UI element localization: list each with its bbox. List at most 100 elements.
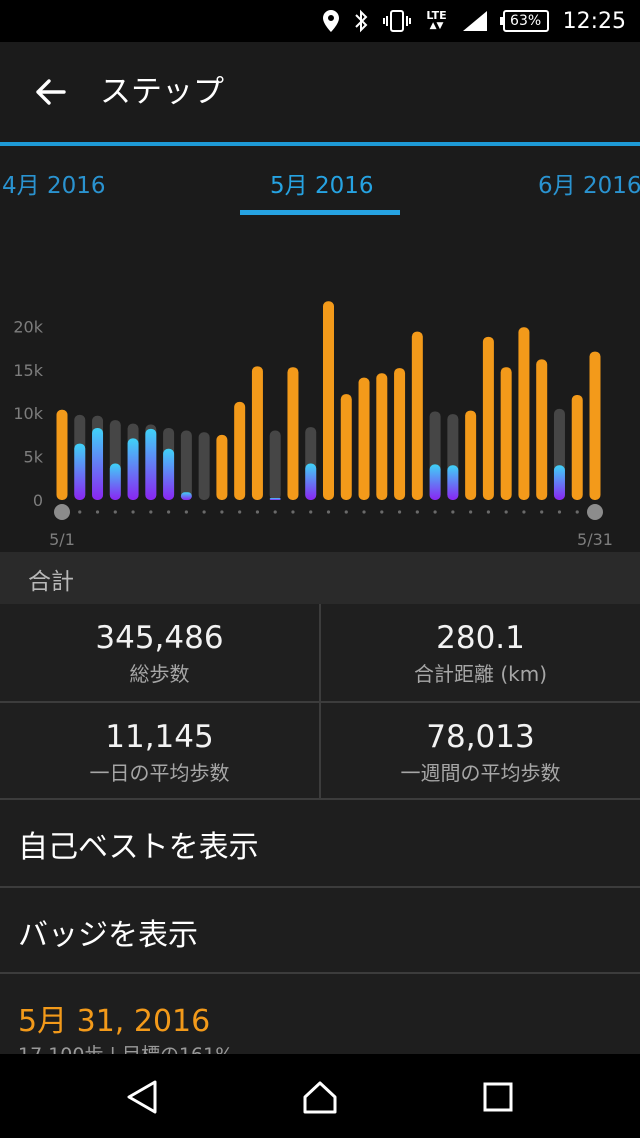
weekly-average-label: 一週間の平均歩数 bbox=[400, 761, 561, 785]
x-axis-dot bbox=[309, 510, 313, 514]
lte-indicator: LTE ▲▼ bbox=[426, 10, 446, 32]
steps-bar[interactable] bbox=[127, 438, 139, 500]
weekly-average-value: 78,013 bbox=[426, 719, 535, 755]
x-axis-dot bbox=[486, 510, 490, 514]
x-axis-dot bbox=[469, 510, 473, 514]
personal-best-button[interactable]: 自己ベストを表示 bbox=[0, 800, 640, 886]
battery-icon: 63% bbox=[499, 10, 549, 32]
daily-average-label: 一日の平均歩数 bbox=[89, 761, 230, 785]
navigation-bar bbox=[0, 1054, 640, 1138]
square-recents-icon bbox=[483, 1082, 513, 1112]
stat-daily-average: 11,145 一日の平均歩数 bbox=[0, 703, 319, 800]
stats-divider-horizontal bbox=[0, 701, 640, 703]
x-axis-dot bbox=[522, 510, 526, 514]
arrow-left-icon bbox=[36, 79, 66, 105]
y-tick-label: 15k bbox=[13, 361, 43, 380]
page-title: ステップ bbox=[100, 74, 224, 110]
x-axis-dot bbox=[557, 510, 562, 514]
steps-bar[interactable] bbox=[323, 301, 334, 500]
tab-prev-month[interactable]: 4月 2016 bbox=[2, 166, 105, 200]
x-axis-dot bbox=[184, 510, 188, 514]
day-entry[interactable]: 5月 31, 2016 17,100歩 | 目標の161% bbox=[0, 974, 640, 1054]
stat-total-distance: 280.1 合計距離 (km) bbox=[321, 604, 640, 701]
steps-bar[interactable] bbox=[74, 443, 86, 500]
steps-bar[interactable] bbox=[163, 448, 175, 500]
x-axis-dot bbox=[220, 510, 224, 514]
day-date: 5月 31, 2016 bbox=[18, 1004, 211, 1039]
x-axis-dot bbox=[397, 510, 402, 514]
x-axis-dot bbox=[131, 510, 135, 514]
steps-bar[interactable] bbox=[465, 410, 477, 500]
x-end-label: 5/31 bbox=[577, 530, 613, 549]
network-type: LTE bbox=[426, 9, 447, 22]
steps-bar[interactable] bbox=[500, 367, 512, 500]
steps-bar[interactable] bbox=[216, 434, 228, 500]
steps-bar[interactable] bbox=[589, 351, 601, 500]
month-selector: 4月 2016 5月 2016 6月 2016 bbox=[0, 146, 640, 218]
x-axis-dot bbox=[202, 510, 206, 514]
steps-bar[interactable] bbox=[482, 336, 494, 500]
steps-bar[interactable] bbox=[571, 394, 583, 500]
goal-bar bbox=[180, 430, 192, 500]
x-axis-dot bbox=[433, 510, 437, 514]
steps-bar[interactable] bbox=[340, 394, 352, 500]
steps-bar[interactable] bbox=[251, 366, 263, 500]
steps-bar[interactable] bbox=[536, 359, 548, 500]
x-axis-dot bbox=[362, 510, 366, 514]
range-end-handle[interactable] bbox=[587, 504, 603, 520]
app-bar: ステップ bbox=[0, 42, 640, 142]
x-start-label: 5/1 bbox=[49, 530, 75, 549]
steps-bar[interactable] bbox=[287, 367, 299, 500]
x-axis-dot bbox=[380, 510, 384, 514]
y-tick-label: 5k bbox=[24, 448, 44, 467]
goal-bar bbox=[198, 432, 210, 500]
clock: 12:25 bbox=[562, 8, 626, 34]
x-axis-dot bbox=[415, 510, 419, 514]
x-axis-dot bbox=[95, 510, 100, 514]
summary-title: 合計 bbox=[28, 569, 74, 595]
steps-bar[interactable] bbox=[358, 377, 370, 500]
steps-bar[interactable] bbox=[305, 463, 317, 500]
current-month-indicator bbox=[240, 210, 400, 215]
x-axis-dot bbox=[326, 510, 331, 514]
steps-bar[interactable] bbox=[234, 401, 246, 500]
summary-header: 合計 bbox=[0, 552, 640, 604]
steps-bar[interactable] bbox=[376, 373, 388, 500]
x-axis-dot bbox=[149, 510, 153, 514]
tab-next-month[interactable]: 6月 2016 bbox=[538, 166, 640, 200]
total-distance-value: 280.1 bbox=[436, 620, 525, 656]
data-arrows-icon: ▲▼ bbox=[429, 21, 444, 31]
steps-bar[interactable] bbox=[447, 465, 459, 500]
total-distance-label: 合計距離 (km) bbox=[413, 662, 548, 686]
steps-bar[interactable] bbox=[429, 464, 441, 500]
steps-bar[interactable] bbox=[269, 498, 281, 500]
badges-button[interactable]: バッジを表示 bbox=[0, 888, 640, 974]
vibrate-icon bbox=[383, 10, 412, 32]
range-start-handle[interactable] bbox=[54, 504, 70, 520]
x-axis-dot bbox=[575, 510, 579, 514]
steps-bar[interactable] bbox=[92, 427, 104, 500]
steps-chart[interactable]: 0 5k 10k 15k 20k 5/1 5/31 bbox=[0, 240, 640, 552]
day-detail: 17,100歩 | 目標の161% bbox=[18, 1040, 233, 1054]
x-axis-dot bbox=[113, 510, 117, 514]
steps-bar[interactable] bbox=[394, 368, 406, 500]
steps-bar[interactable] bbox=[553, 465, 565, 500]
nav-back-button[interactable] bbox=[112, 1072, 172, 1122]
signal-icon bbox=[462, 11, 487, 31]
back-button[interactable] bbox=[22, 70, 78, 114]
daily-average-value: 11,145 bbox=[105, 719, 214, 755]
steps-bar[interactable] bbox=[145, 428, 157, 500]
nav-recents-button[interactable] bbox=[468, 1072, 528, 1122]
steps-bar[interactable] bbox=[518, 327, 530, 500]
personal-best-label: 自己ベストを表示 bbox=[18, 830, 259, 865]
steps-bar[interactable] bbox=[180, 492, 192, 500]
steps-bar[interactable] bbox=[411, 331, 423, 500]
nav-home-button[interactable] bbox=[290, 1072, 350, 1122]
tab-current-month[interactable]: 5月 2016 bbox=[270, 166, 373, 200]
badges-label: バッジを表示 bbox=[18, 918, 198, 953]
x-axis-dot bbox=[504, 510, 508, 514]
steps-bar[interactable] bbox=[109, 463, 121, 500]
x-axis-dot bbox=[451, 510, 455, 514]
x-axis-dot bbox=[167, 510, 171, 514]
steps-bar[interactable] bbox=[56, 409, 68, 500]
